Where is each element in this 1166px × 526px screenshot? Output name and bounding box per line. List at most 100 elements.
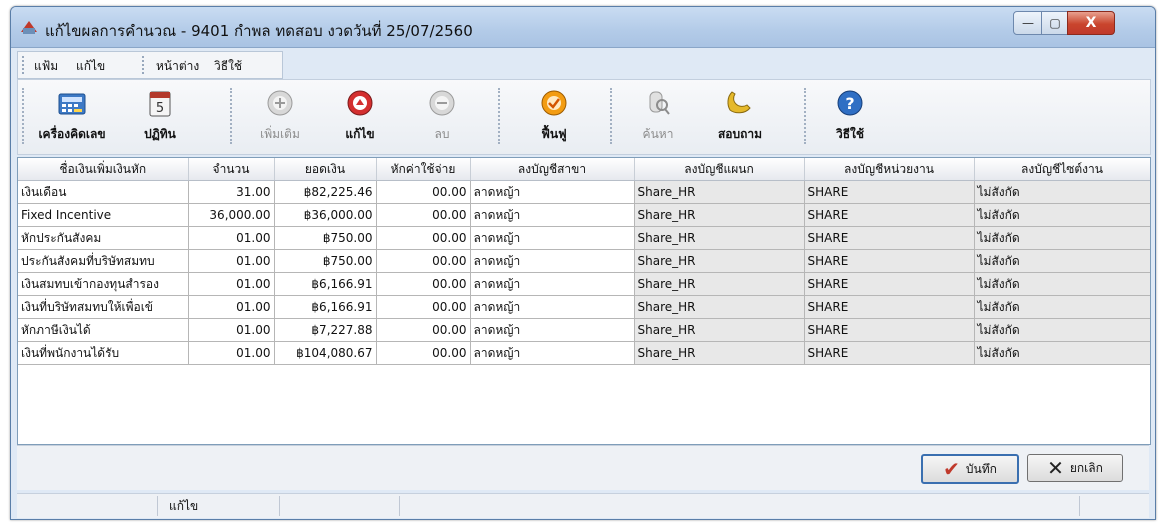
toolbar-grip[interactable]	[230, 88, 235, 144]
column-header[interactable]: หักค่าใช้จ่าย	[376, 158, 471, 181]
amount-cell[interactable]: ฿104,080.67	[274, 341, 377, 365]
column-header[interactable]: จำนวน	[188, 158, 275, 181]
site-account-cell[interactable]: ไม่สังกัด	[974, 318, 1150, 342]
column-header[interactable]: ยอดเงิน	[274, 158, 377, 181]
expense-deduction-cell[interactable]: 00.00	[376, 249, 471, 273]
refresh-button[interactable]: ฟื้นฟู	[518, 86, 590, 148]
amount-cell[interactable]: ฿750.00	[274, 226, 377, 250]
amount-cell[interactable]: ฿6,166.91	[274, 272, 377, 296]
menu-grip[interactable]	[22, 56, 27, 74]
table-row[interactable]: ประกันสังคมที่บริษัทสมทบ 01.00 ฿750.00 0…	[18, 249, 1150, 273]
branch-account-cell[interactable]: ลาดหญ้า	[470, 272, 635, 296]
department-account-cell[interactable]: Share_HR	[634, 295, 805, 319]
unit-account-cell[interactable]: SHARE	[804, 180, 975, 204]
quantity-cell[interactable]: 01.00	[188, 341, 275, 365]
department-account-cell[interactable]: Share_HR	[634, 272, 805, 296]
item-name-cell[interactable]: เงินสมทบเข้ากองทุนสำรอง	[18, 272, 189, 296]
item-name-cell[interactable]: ประกันสังคมที่บริษัทสมทบ	[18, 249, 189, 273]
department-account-cell[interactable]: Share_HR	[634, 318, 805, 342]
menu-help[interactable]: วิธีใช้	[214, 57, 242, 76]
table-row[interactable]: Fixed Incentive 36,000.00 ฿36,000.00 00.…	[18, 203, 1150, 227]
expense-deduction-cell[interactable]: 00.00	[376, 295, 471, 319]
table-row[interactable]: เงินสมทบเข้ากองทุนสำรอง 01.00 ฿6,166.91 …	[18, 272, 1150, 296]
site-account-cell[interactable]: ไม่สังกัด	[974, 295, 1150, 319]
table-row[interactable]: หักภาษีเงินได้ 01.00 ฿7,227.88 00.00 ลาด…	[18, 318, 1150, 342]
department-account-cell[interactable]: Share_HR	[634, 226, 805, 250]
quantity-cell[interactable]: 31.00	[188, 180, 275, 204]
expense-deduction-cell[interactable]: 00.00	[376, 341, 471, 365]
amount-cell[interactable]: ฿36,000.00	[274, 203, 377, 227]
close-button[interactable]: X	[1067, 11, 1115, 35]
branch-account-cell[interactable]: ลาดหญ้า	[470, 318, 635, 342]
edit-button[interactable]: แก้ไข	[324, 86, 396, 148]
search-button[interactable]: ค้นหา	[622, 86, 694, 148]
unit-account-cell[interactable]: SHARE	[804, 318, 975, 342]
column-header[interactable]: ลงบัญชีแผนก	[634, 158, 805, 181]
inquiry-button[interactable]: สอบถาม	[704, 86, 776, 148]
toolbar-grip[interactable]	[498, 88, 503, 144]
department-account-cell[interactable]: Share_HR	[634, 341, 805, 365]
site-account-cell[interactable]: ไม่สังกัด	[974, 203, 1150, 227]
help-button[interactable]: ? วิธีใช้	[814, 86, 886, 148]
expense-deduction-cell[interactable]: 00.00	[376, 272, 471, 296]
menu-grip[interactable]	[142, 56, 147, 74]
expense-deduction-cell[interactable]: 00.00	[376, 226, 471, 250]
quantity-cell[interactable]: 01.00	[188, 272, 275, 296]
toolbar-grip[interactable]	[804, 88, 809, 144]
amount-cell[interactable]: ฿6,166.91	[274, 295, 377, 319]
quantity-cell[interactable]: 01.00	[188, 295, 275, 319]
expense-deduction-cell[interactable]: 00.00	[376, 180, 471, 204]
unit-account-cell[interactable]: SHARE	[804, 295, 975, 319]
branch-account-cell[interactable]: ลาดหญ้า	[470, 180, 635, 204]
quantity-cell[interactable]: 01.00	[188, 249, 275, 273]
add-button[interactable]: เพิ่มเติม	[244, 86, 316, 148]
branch-account-cell[interactable]: ลาดหญ้า	[470, 226, 635, 250]
delete-button[interactable]: ลบ	[406, 86, 478, 148]
column-header[interactable]: ลงบัญชีสาขา	[470, 158, 635, 181]
toolbar-grip[interactable]	[610, 88, 615, 144]
minimize-button[interactable]: —	[1013, 11, 1043, 35]
quantity-cell[interactable]: 01.00	[188, 226, 275, 250]
quantity-cell[interactable]: 01.00	[188, 318, 275, 342]
quantity-cell[interactable]: 36,000.00	[188, 203, 275, 227]
amount-cell[interactable]: ฿7,227.88	[274, 318, 377, 342]
column-header[interactable]: ลงบัญชีหน่วยงาน	[804, 158, 975, 181]
cancel-button[interactable]: ✕ ยกเลิก	[1027, 454, 1123, 482]
column-header[interactable]: ชื่อเงินเพิ่มเงินหัก	[18, 158, 189, 181]
site-account-cell[interactable]: ไม่สังกัด	[974, 226, 1150, 250]
unit-account-cell[interactable]: SHARE	[804, 341, 975, 365]
calendar-button[interactable]: 5 ปฏิทิน	[124, 86, 196, 148]
table-row[interactable]: เงินที่พนักงานได้รับ 01.00 ฿104,080.67 0…	[18, 341, 1150, 365]
amount-cell[interactable]: ฿750.00	[274, 249, 377, 273]
branch-account-cell[interactable]: ลาดหญ้า	[470, 295, 635, 319]
department-account-cell[interactable]: Share_HR	[634, 249, 805, 273]
table-row[interactable]: หักประกันสังคม 01.00 ฿750.00 00.00 ลาดหญ…	[18, 226, 1150, 250]
branch-account-cell[interactable]: ลาดหญ้า	[470, 203, 635, 227]
save-button[interactable]: ✔ บันทึก	[921, 454, 1019, 484]
item-name-cell[interactable]: หักประกันสังคม	[18, 226, 189, 250]
unit-account-cell[interactable]: SHARE	[804, 272, 975, 296]
amount-cell[interactable]: ฿82,225.46	[274, 180, 377, 204]
site-account-cell[interactable]: ไม่สังกัด	[974, 272, 1150, 296]
site-account-cell[interactable]: ไม่สังกัด	[974, 341, 1150, 365]
calculator-button[interactable]: เครื่องคิดเลข	[36, 86, 108, 148]
item-name-cell[interactable]: Fixed Incentive	[18, 203, 189, 227]
branch-account-cell[interactable]: ลาดหญ้า	[470, 341, 635, 365]
expense-deduction-cell[interactable]: 00.00	[376, 318, 471, 342]
item-name-cell[interactable]: เงินที่พนักงานได้รับ	[18, 341, 189, 365]
department-account-cell[interactable]: Share_HR	[634, 203, 805, 227]
expense-deduction-cell[interactable]: 00.00	[376, 203, 471, 227]
unit-account-cell[interactable]: SHARE	[804, 203, 975, 227]
site-account-cell[interactable]: ไม่สังกัด	[974, 249, 1150, 273]
toolbar-grip[interactable]	[22, 88, 27, 144]
menu-file[interactable]: แฟ้ม	[34, 57, 58, 76]
site-account-cell[interactable]: ไม่สังกัด	[974, 180, 1150, 204]
unit-account-cell[interactable]: SHARE	[804, 226, 975, 250]
item-name-cell[interactable]: เงินที่บริษัทสมทบให้เพื่อเข้	[18, 295, 189, 319]
menu-edit[interactable]: แก้ไข	[76, 57, 105, 76]
unit-account-cell[interactable]: SHARE	[804, 249, 975, 273]
department-account-cell[interactable]: Share_HR	[634, 180, 805, 204]
column-header[interactable]: ลงบัญชีไซต์งาน	[974, 158, 1150, 181]
title-bar[interactable]: แก้ไขผลการคำนวณ - 9401 กำพล ทดสอบ งวดวัน…	[11, 7, 1155, 48]
item-name-cell[interactable]: หักภาษีเงินได้	[18, 318, 189, 342]
